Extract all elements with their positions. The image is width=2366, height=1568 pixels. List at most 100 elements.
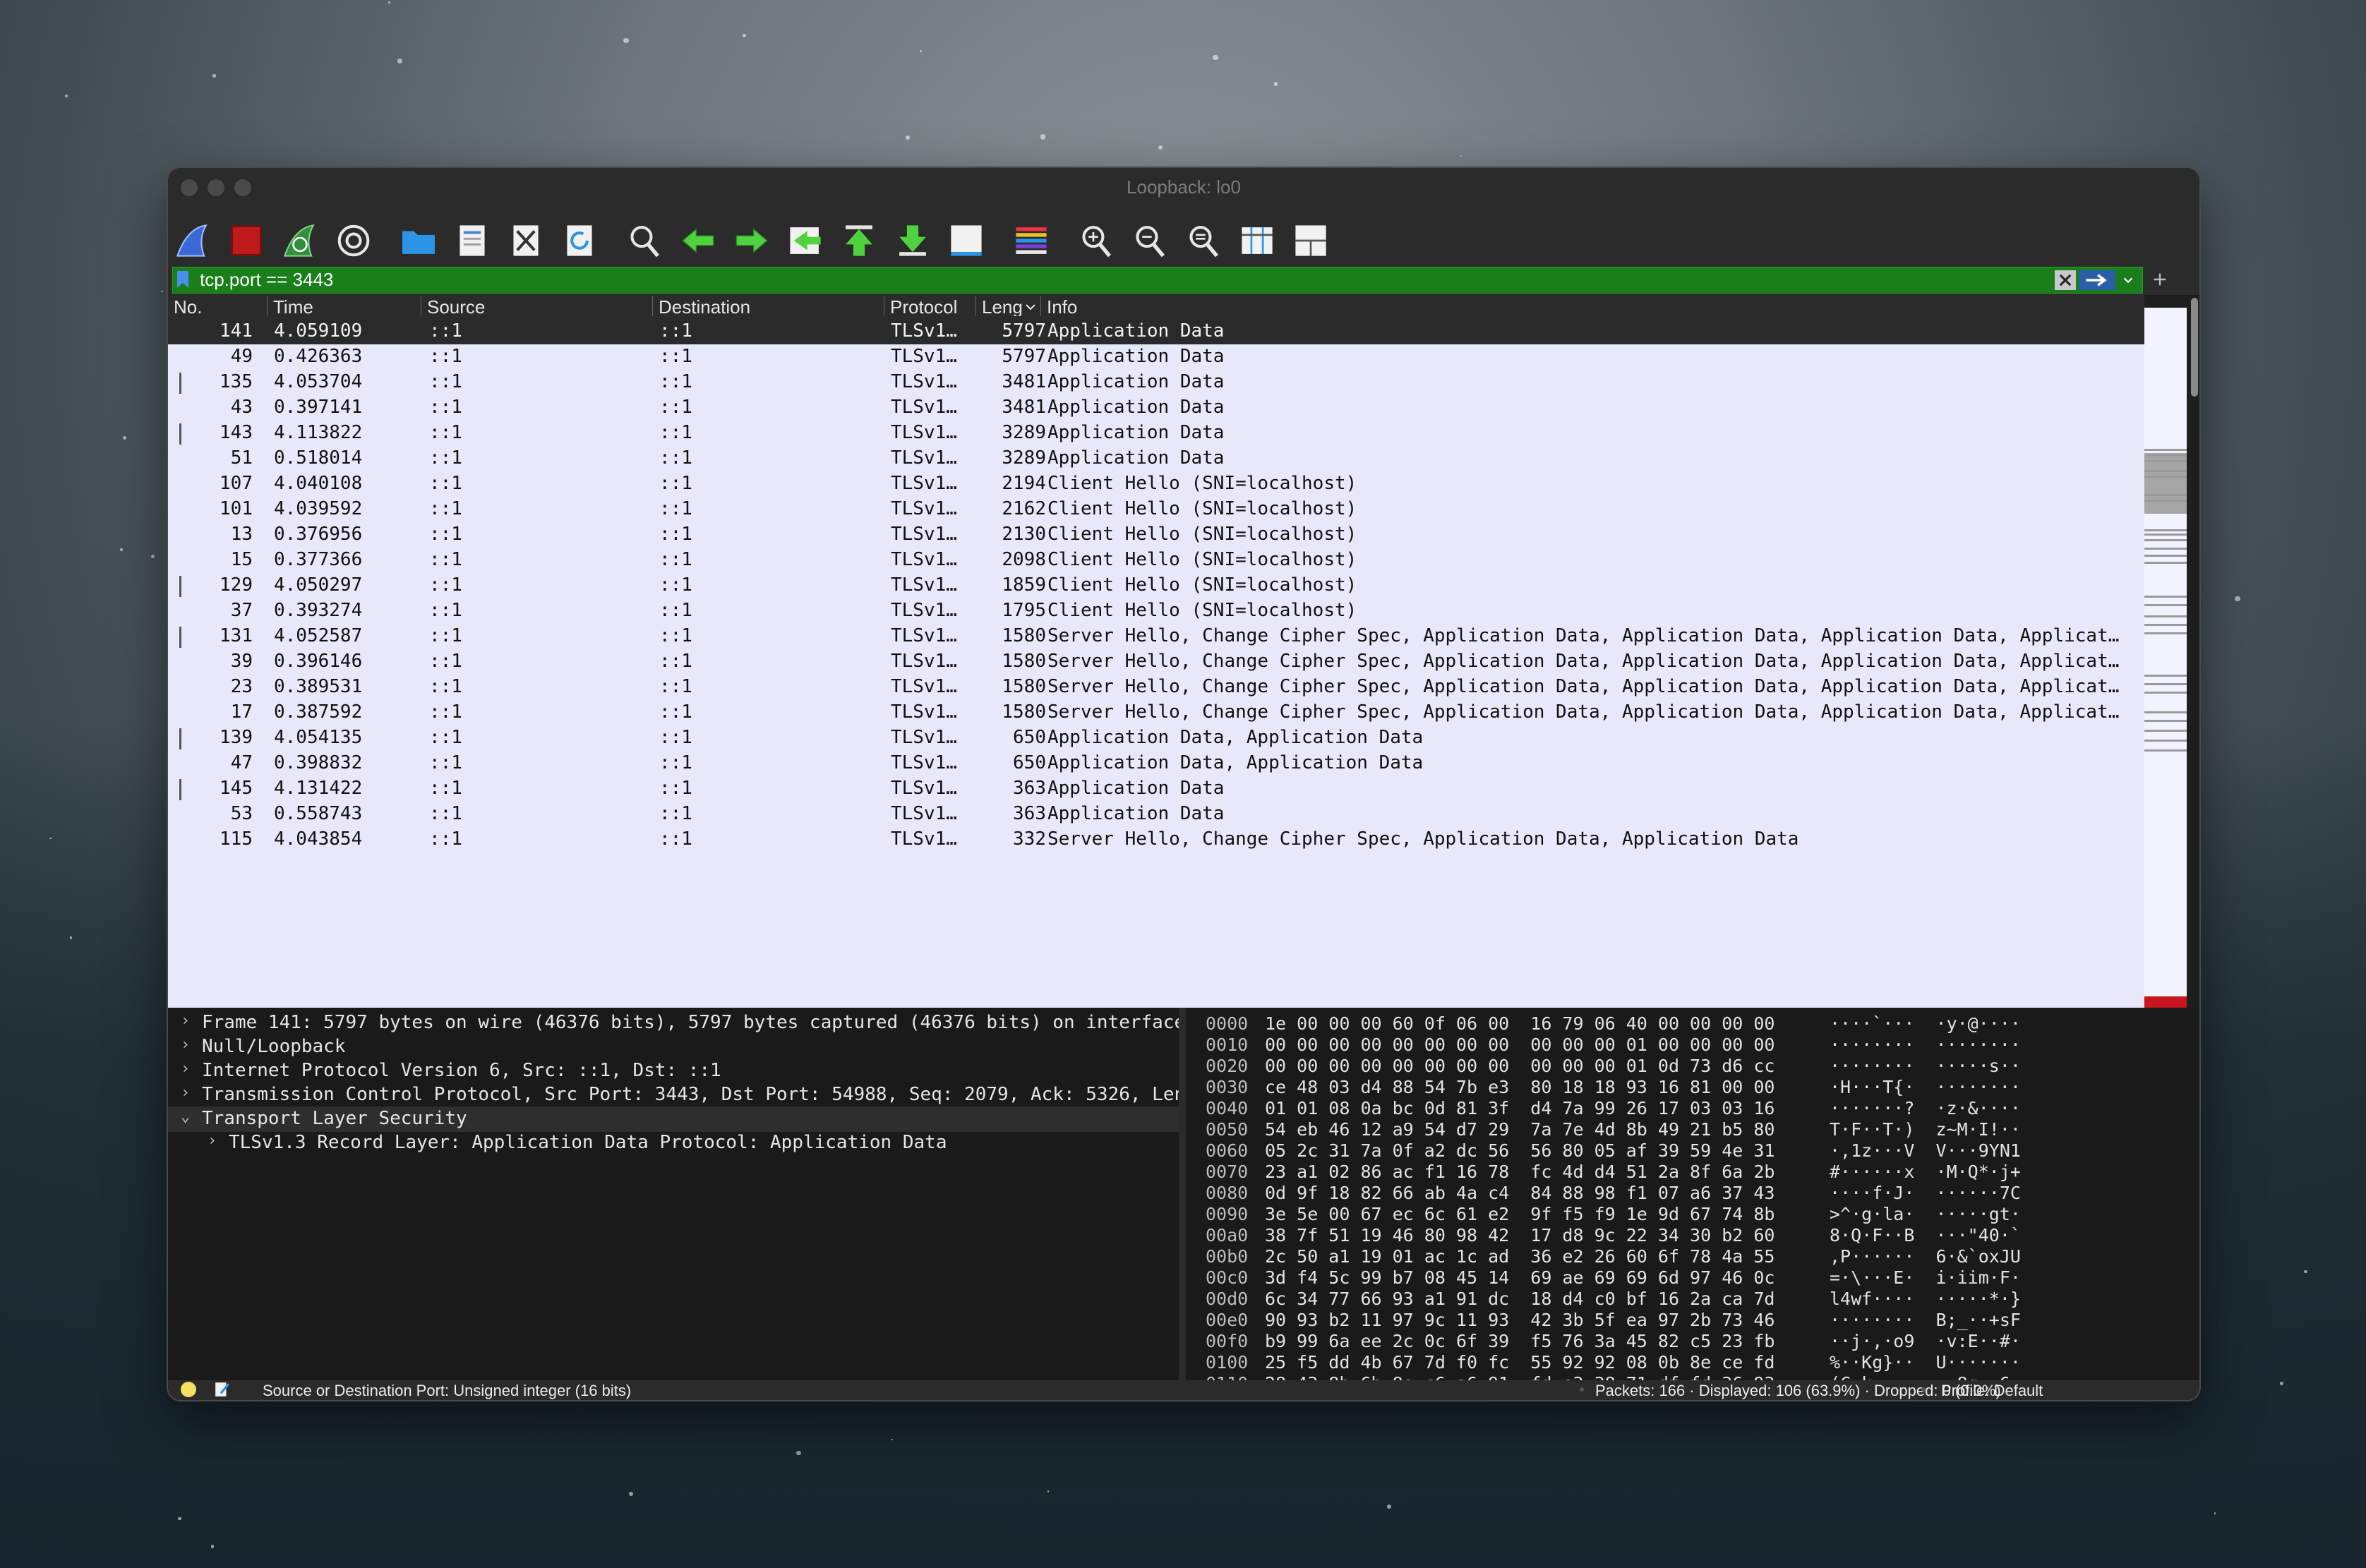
packet-row[interactable]: 53 0.558743::1::1 TLSv1… 363 Application Dat… — [168, 802, 2144, 827]
find-packet-button[interactable] — [624, 220, 665, 261]
close-file-button[interactable] — [505, 220, 546, 261]
detail-tree-item[interactable]: › Frame 141: 5797 bytes on wire (46376 bi… — [168, 1011, 1179, 1036]
go-back-button[interactable] — [678, 220, 719, 261]
vertical-scroll-thumb[interactable] — [2191, 298, 2198, 397]
filter-history-dropdown[interactable] — [2118, 270, 2138, 290]
hex-row[interactable]: 0010 00 00 00 00 00 00 00 00 00 00 00 01 … — [1186, 1035, 2199, 1056]
packet-row[interactable]: 101 4.039592::1::1 TLSv1… 2162 Client Hello … — [168, 497, 2144, 522]
open-file-button[interactable] — [398, 220, 439, 261]
packet-list-scrollbar[interactable] — [2144, 295, 2199, 1008]
start-capture-button[interactable] — [172, 220, 213, 261]
hex-row[interactable]: 0000 1e 00 00 00 60 0f 06 00 16 79 06 40 … — [1186, 1013, 2199, 1035]
go-to-packet-button[interactable] — [785, 220, 826, 261]
chevron-right-icon[interactable]: › — [181, 1036, 190, 1054]
resize-columns-button[interactable] — [1237, 220, 1278, 261]
reload-file-button[interactable] — [559, 220, 600, 261]
chevron-right-icon[interactable]: › — [181, 1060, 190, 1078]
packet-row[interactable]: 143 4.113822::1::1 TLSv1… 3289 Application D… — [168, 421, 2144, 446]
hex-row[interactable]: 0070 23 a1 02 86 ac f1 16 78 fc 4d d4 51 … — [1186, 1162, 2199, 1183]
hex-row[interactable]: 0060 05 2c 31 7a 0f a2 dc 56 56 80 05 af … — [1186, 1140, 2199, 1162]
hex-row[interactable]: 0030 ce 48 03 d4 88 54 7b e3 80 18 18 93 … — [1186, 1077, 2199, 1098]
column-header-time[interactable]: Time — [267, 296, 313, 318]
hex-row[interactable]: 00f0 b9 99 6a ee 2c 0c 6f 39 f5 76 3a 45 … — [1186, 1331, 2199, 1352]
autoscroll-button[interactable] — [946, 220, 987, 261]
packet-row[interactable]: 43 0.397141::1::1 TLSv1… 3481 Application Da… — [168, 395, 2144, 421]
column-header-no[interactable]: No. — [168, 296, 202, 318]
hex-row[interactable]: 0040 01 01 08 0a bc 0d 81 3f d4 7a 99 26 … — [1186, 1098, 2199, 1119]
packet-length: 5797 — [1002, 346, 1046, 367]
packet-row[interactable]: 47 0.398832::1::1 TLSv1… 650 Application Dat… — [168, 751, 2144, 776]
bookmark-icon[interactable] — [177, 271, 188, 288]
packet-row[interactable]: 49 0.426363::1::1 TLSv1… 5797 Application Da… — [168, 344, 2144, 370]
hex-row[interactable]: 0020 00 00 00 00 00 00 00 00 00 00 00 01 … — [1186, 1056, 2199, 1077]
column-header-protocol[interactable]: Protocol — [884, 296, 957, 318]
packet-row[interactable]: 131 4.052587::1::1 TLSv1… 1580 Server Hello,… — [168, 624, 2144, 649]
first-packet-button[interactable] — [839, 220, 879, 261]
detail-tree-item[interactable]: ⌄ Transport Layer Security — [168, 1106, 1179, 1132]
packet-row[interactable]: 139 4.054135::1::1 TLSv1… 650 Application Da… — [168, 725, 2144, 751]
detail-tree-item[interactable]: › Null/Loopback — [168, 1035, 1179, 1060]
hex-row[interactable]: 00e0 90 93 b2 11 97 9c 11 93 42 3b 5f ea … — [1186, 1310, 2199, 1331]
hex-row[interactable]: 0110 28 43 8b 6b 8e c6 a6 91 fd e3 38 71 … — [1186, 1373, 2199, 1380]
display-filter-input[interactable]: tcp.port == 3443 — [172, 267, 2143, 294]
chevron-right-icon[interactable]: › — [208, 1132, 217, 1150]
chevron-right-icon[interactable]: › — [181, 1084, 190, 1102]
detail-tree-item[interactable]: › Transmission Control Protocol, Src Port… — [168, 1082, 1179, 1108]
column-header-destination[interactable]: Destination — [652, 296, 750, 318]
related-packet-marker — [179, 373, 181, 394]
last-packet-button[interactable] — [892, 220, 933, 261]
packet-row[interactable]: 115 4.043854::1::1 TLSv1… 332 Server Hello, … — [168, 827, 2144, 852]
detail-tree-item[interactable]: › Internet Protocol Version 6, Src: ::1, … — [168, 1059, 1179, 1084]
related-packet-marker — [179, 576, 181, 597]
column-header-info[interactable]: Info — [1040, 296, 1077, 318]
capture-comment-icon[interactable] — [215, 1381, 230, 1398]
packet-row[interactable]: 135 4.053704::1::1 TLSv1… 3481 Application D… — [168, 370, 2144, 395]
save-file-button[interactable] — [452, 220, 493, 261]
packet-row[interactable]: 13 0.376956::1::1 TLSv1… 2130 Client Hello (… — [168, 522, 2144, 548]
chevron-down-icon[interactable]: ⌄ — [181, 1108, 190, 1126]
expert-info-icon[interactable] — [181, 1382, 196, 1397]
status-profile[interactable]: Profile: Default — [1941, 1382, 2043, 1400]
packet-row[interactable]: 51 0.518014::1::1 TLSv1… 3289 Application Da… — [168, 446, 2144, 471]
detail-tree-item[interactable]: › TLSv1.3 Record Layer: Application Data … — [168, 1130, 1179, 1156]
stop-capture-button[interactable] — [226, 220, 267, 261]
packet-row[interactable]: 39 0.396146::1::1 TLSv1… 1580 Server Hello, … — [168, 649, 2144, 675]
hex-row[interactable]: 00b0 2c 50 a1 19 01 ac 1c ad 36 e2 26 60 … — [1186, 1246, 2199, 1267]
packet-info: Application Data — [1047, 346, 1225, 367]
zoom-in-button[interactable] — [1076, 220, 1117, 261]
packet-row[interactable]: 17 0.387592::1::1 TLSv1… 1580 Server Hello, … — [168, 700, 2144, 725]
packet-row[interactable]: 129 4.050297::1::1 TLSv1… 1859 Client Hello … — [168, 573, 2144, 598]
packet-row[interactable]: 15 0.377366::1::1 TLSv1… 2098 Client Hello (… — [168, 548, 2144, 573]
hex-row[interactable]: 00a0 38 7f 51 19 46 80 98 42 17 d8 9c 22 … — [1186, 1225, 2199, 1246]
packet-row[interactable]: 37 0.393274::1::1 TLSv1… 1795 Client Hello (… — [168, 598, 2144, 624]
packet-row[interactable]: 23 0.389531::1::1 TLSv1… 1580 Server Hello, … — [168, 675, 2144, 700]
apply-filter-button[interactable] — [2079, 270, 2115, 290]
clear-filter-button[interactable] — [2055, 270, 2076, 290]
packet-minimap[interactable] — [2144, 308, 2187, 1008]
chevron-right-icon[interactable]: › — [181, 1012, 190, 1030]
apply-arrow-icon — [2086, 274, 2107, 287]
column-header-source[interactable]: Source — [421, 296, 485, 318]
hex-row[interactable]: 00c0 3d f4 5c 99 b7 08 45 14 69 ae 69 69 … — [1186, 1267, 2199, 1289]
hex-row[interactable]: 0080 0d 9f 18 82 66 ab 4a c4 84 88 98 f1 … — [1186, 1183, 2199, 1204]
zoom-out-button[interactable] — [1129, 220, 1170, 261]
restart-capture-button[interactable] — [280, 220, 320, 261]
add-filter-button-icon[interactable] — [2151, 271, 2168, 288]
hex-row[interactable]: 00d0 6c 34 77 66 93 a1 91 dc 18 d4 c0 bf … — [1186, 1289, 2199, 1310]
colorize-button[interactable] — [1011, 220, 1052, 261]
display-filter-text[interactable]: tcp.port == 3443 — [200, 269, 333, 291]
capture-options-button[interactable] — [333, 220, 374, 261]
packet-row[interactable]: 141 4.059109::1::1 TLSv1… 5797 Application D… — [168, 319, 2144, 344]
column-header-length[interactable]: Leng — [975, 296, 1031, 316]
packet-time: 4.052587 — [274, 625, 363, 646]
packet-row[interactable]: 145 4.131422::1::1 TLSv1… 363 Application Da… — [168, 776, 2144, 802]
go-forward-button[interactable] — [731, 220, 772, 261]
layout-button[interactable] — [1290, 220, 1331, 261]
packet-protocol: TLSv1… — [891, 320, 957, 342]
hex-row[interactable]: 0090 3e 5e 00 67 ec 6c 61 e2 9f f5 f9 1e … — [1186, 1204, 2199, 1225]
hex-row[interactable]: 0100 25 f5 dd 4b 67 7d f0 fc 55 92 92 08 … — [1186, 1352, 2199, 1373]
normal-size-button[interactable] — [1183, 220, 1224, 261]
hex-row[interactable]: 0050 54 eb 46 12 a9 54 d7 29 7a 7e 4d 8b … — [1186, 1119, 2199, 1140]
pane-splitter[interactable] — [1179, 1008, 1186, 1380]
packet-row[interactable]: 107 4.040108::1::1 TLSv1… 2194 Client Hello … — [168, 471, 2144, 497]
